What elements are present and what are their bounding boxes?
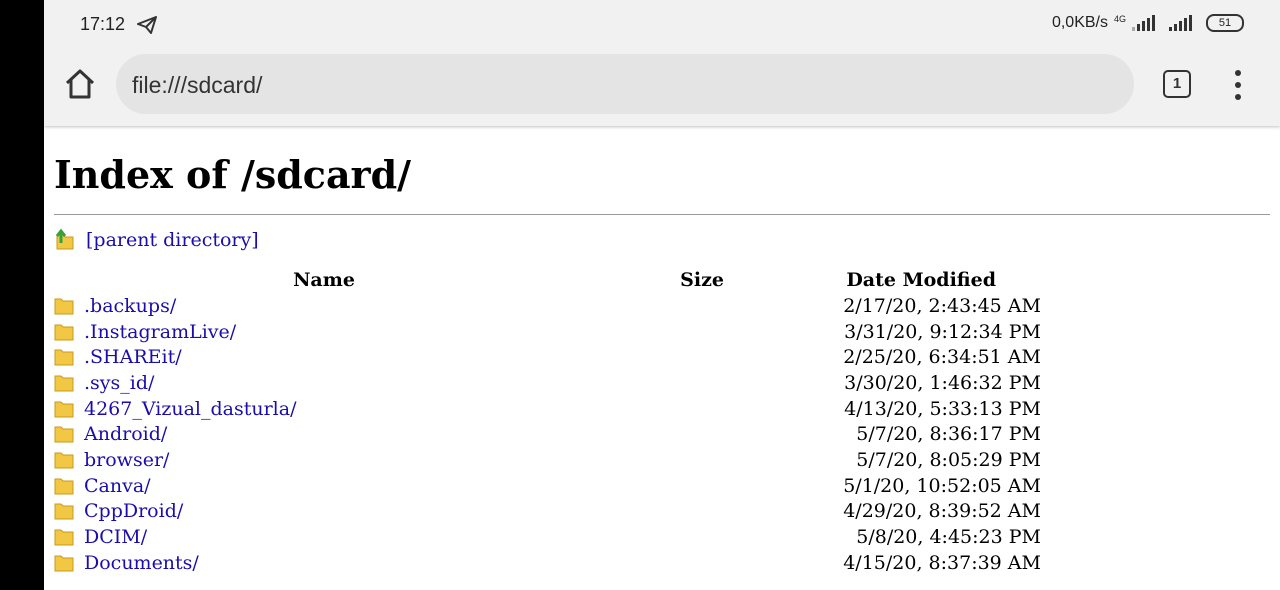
folder-icon bbox=[54, 503, 74, 520]
file-size bbox=[594, 370, 726, 396]
file-link[interactable]: .backups/ bbox=[84, 295, 176, 317]
file-date: 5/7/20, 8:36:17 PM bbox=[856, 423, 1041, 446]
network-type-label: 4G bbox=[1113, 14, 1126, 24]
file-date: 5/1/20, 10:52:05 AM bbox=[843, 474, 1041, 497]
file-link[interactable]: .sys_id/ bbox=[84, 372, 154, 394]
file-date: 3/30/20, 1:46:32 PM bbox=[844, 371, 1041, 394]
file-link[interactable]: 4267_Vizual_dasturla/ bbox=[84, 398, 296, 420]
browser-chrome: 17:12 0,0KB/s 4G 51 1 bbox=[44, 0, 1280, 126]
file-link[interactable]: browser/ bbox=[84, 449, 169, 471]
file-size bbox=[594, 524, 726, 550]
folder-icon bbox=[54, 349, 74, 366]
battery-icon: 51 bbox=[1206, 14, 1244, 32]
telegram-send-icon bbox=[137, 16, 157, 39]
file-size bbox=[594, 550, 726, 576]
table-row: .SHAREit/2/25/20, 6:34:51 AM bbox=[54, 344, 1041, 370]
file-date: 2/17/20, 2:43:45 AM bbox=[843, 294, 1041, 317]
folder-icon bbox=[54, 555, 74, 572]
url-input[interactable] bbox=[130, 54, 1114, 116]
file-size bbox=[594, 447, 726, 473]
table-row: browser/5/7/20, 8:05:29 PM bbox=[54, 447, 1041, 473]
column-header-name[interactable]: Name bbox=[54, 267, 594, 293]
tab-switcher-button[interactable]: 1 bbox=[1163, 70, 1191, 98]
file-link[interactable]: Canva/ bbox=[84, 475, 151, 497]
file-date: 4/13/20, 5:33:13 PM bbox=[844, 397, 1041, 420]
file-date: 4/15/20, 8:37:39 AM bbox=[843, 551, 1041, 574]
folder-icon bbox=[54, 452, 74, 469]
file-link[interactable]: Documents/ bbox=[84, 552, 199, 574]
parent-directory-link[interactable]: [parent directory] bbox=[86, 229, 259, 251]
table-row: .backups/2/17/20, 2:43:45 AM bbox=[54, 293, 1041, 319]
file-list: .backups/2/17/20, 2:43:45 AM .InstagramLi… bbox=[54, 293, 1041, 576]
file-table: Name Size Date Modified .backups/2/17/20… bbox=[54, 267, 1041, 576]
page-title: Index of /sdcard/ bbox=[54, 152, 412, 197]
table-row: DCIM/5/8/20, 4:45:23 PM bbox=[54, 524, 1041, 550]
table-row: Android/5/7/20, 8:36:17 PM bbox=[54, 421, 1041, 447]
file-link[interactable]: CppDroid/ bbox=[84, 500, 183, 522]
folder-icon bbox=[54, 426, 74, 443]
folder-icon bbox=[54, 324, 74, 341]
file-size bbox=[594, 421, 726, 447]
parent-folder-icon bbox=[55, 229, 74, 250]
screen-edge-bar bbox=[0, 0, 44, 590]
table-row: Documents/4/15/20, 8:37:39 AM bbox=[54, 550, 1041, 576]
file-size bbox=[594, 293, 726, 319]
file-date: 5/7/20, 8:05:29 PM bbox=[856, 448, 1041, 471]
address-bar[interactable] bbox=[116, 54, 1134, 116]
file-link[interactable]: .SHAREit/ bbox=[84, 346, 182, 368]
page-content: Index of /sdcard/ [parent directory] Nam… bbox=[54, 136, 1270, 576]
divider bbox=[54, 214, 1270, 215]
home-button[interactable] bbox=[62, 66, 98, 102]
table-row: 4267_Vizual_dasturla/4/13/20, 5:33:13 PM bbox=[54, 396, 1041, 422]
folder-icon bbox=[54, 298, 74, 315]
file-link[interactable]: .InstagramLive/ bbox=[84, 321, 236, 343]
file-size bbox=[594, 319, 726, 345]
signal-icon bbox=[1132, 15, 1155, 31]
status-time: 17:12 bbox=[80, 14, 126, 34]
folder-icon bbox=[54, 401, 74, 418]
folder-icon bbox=[54, 529, 74, 546]
table-row: CppDroid/4/29/20, 8:39:52 AM bbox=[54, 499, 1041, 525]
status-indicators: 0,0KB/s 4G 51 bbox=[1052, 14, 1244, 32]
overflow-menu-button[interactable] bbox=[1228, 70, 1248, 100]
file-size bbox=[594, 473, 726, 499]
file-link[interactable]: DCIM/ bbox=[84, 526, 147, 548]
file-date: 2/25/20, 6:34:51 AM bbox=[843, 346, 1041, 369]
file-size bbox=[594, 344, 726, 370]
column-header-date[interactable]: Date Modified bbox=[726, 267, 1041, 293]
table-row: .InstagramLive/3/31/20, 9:12:34 PM bbox=[54, 319, 1041, 345]
file-date: 3/31/20, 9:12:34 PM bbox=[844, 320, 1041, 343]
file-link[interactable]: Android/ bbox=[84, 423, 167, 445]
folder-icon bbox=[54, 478, 74, 495]
column-header-size[interactable]: Size bbox=[594, 267, 726, 293]
table-row: .sys_id/3/30/20, 1:46:32 PM bbox=[54, 370, 1041, 396]
network-speed: 0,0KB/s bbox=[1051, 14, 1108, 31]
file-date: 4/29/20, 8:39:52 AM bbox=[843, 500, 1041, 523]
file-size bbox=[594, 499, 726, 525]
signal-icon-2 bbox=[1169, 15, 1192, 31]
home-icon bbox=[65, 69, 95, 99]
folder-icon bbox=[54, 375, 74, 392]
file-size bbox=[594, 396, 726, 422]
table-row: Canva/5/1/20, 10:52:05 AM bbox=[54, 473, 1041, 499]
file-date: 5/8/20, 4:45:23 PM bbox=[856, 526, 1041, 549]
parent-directory-row: [parent directory] bbox=[54, 229, 1270, 251]
